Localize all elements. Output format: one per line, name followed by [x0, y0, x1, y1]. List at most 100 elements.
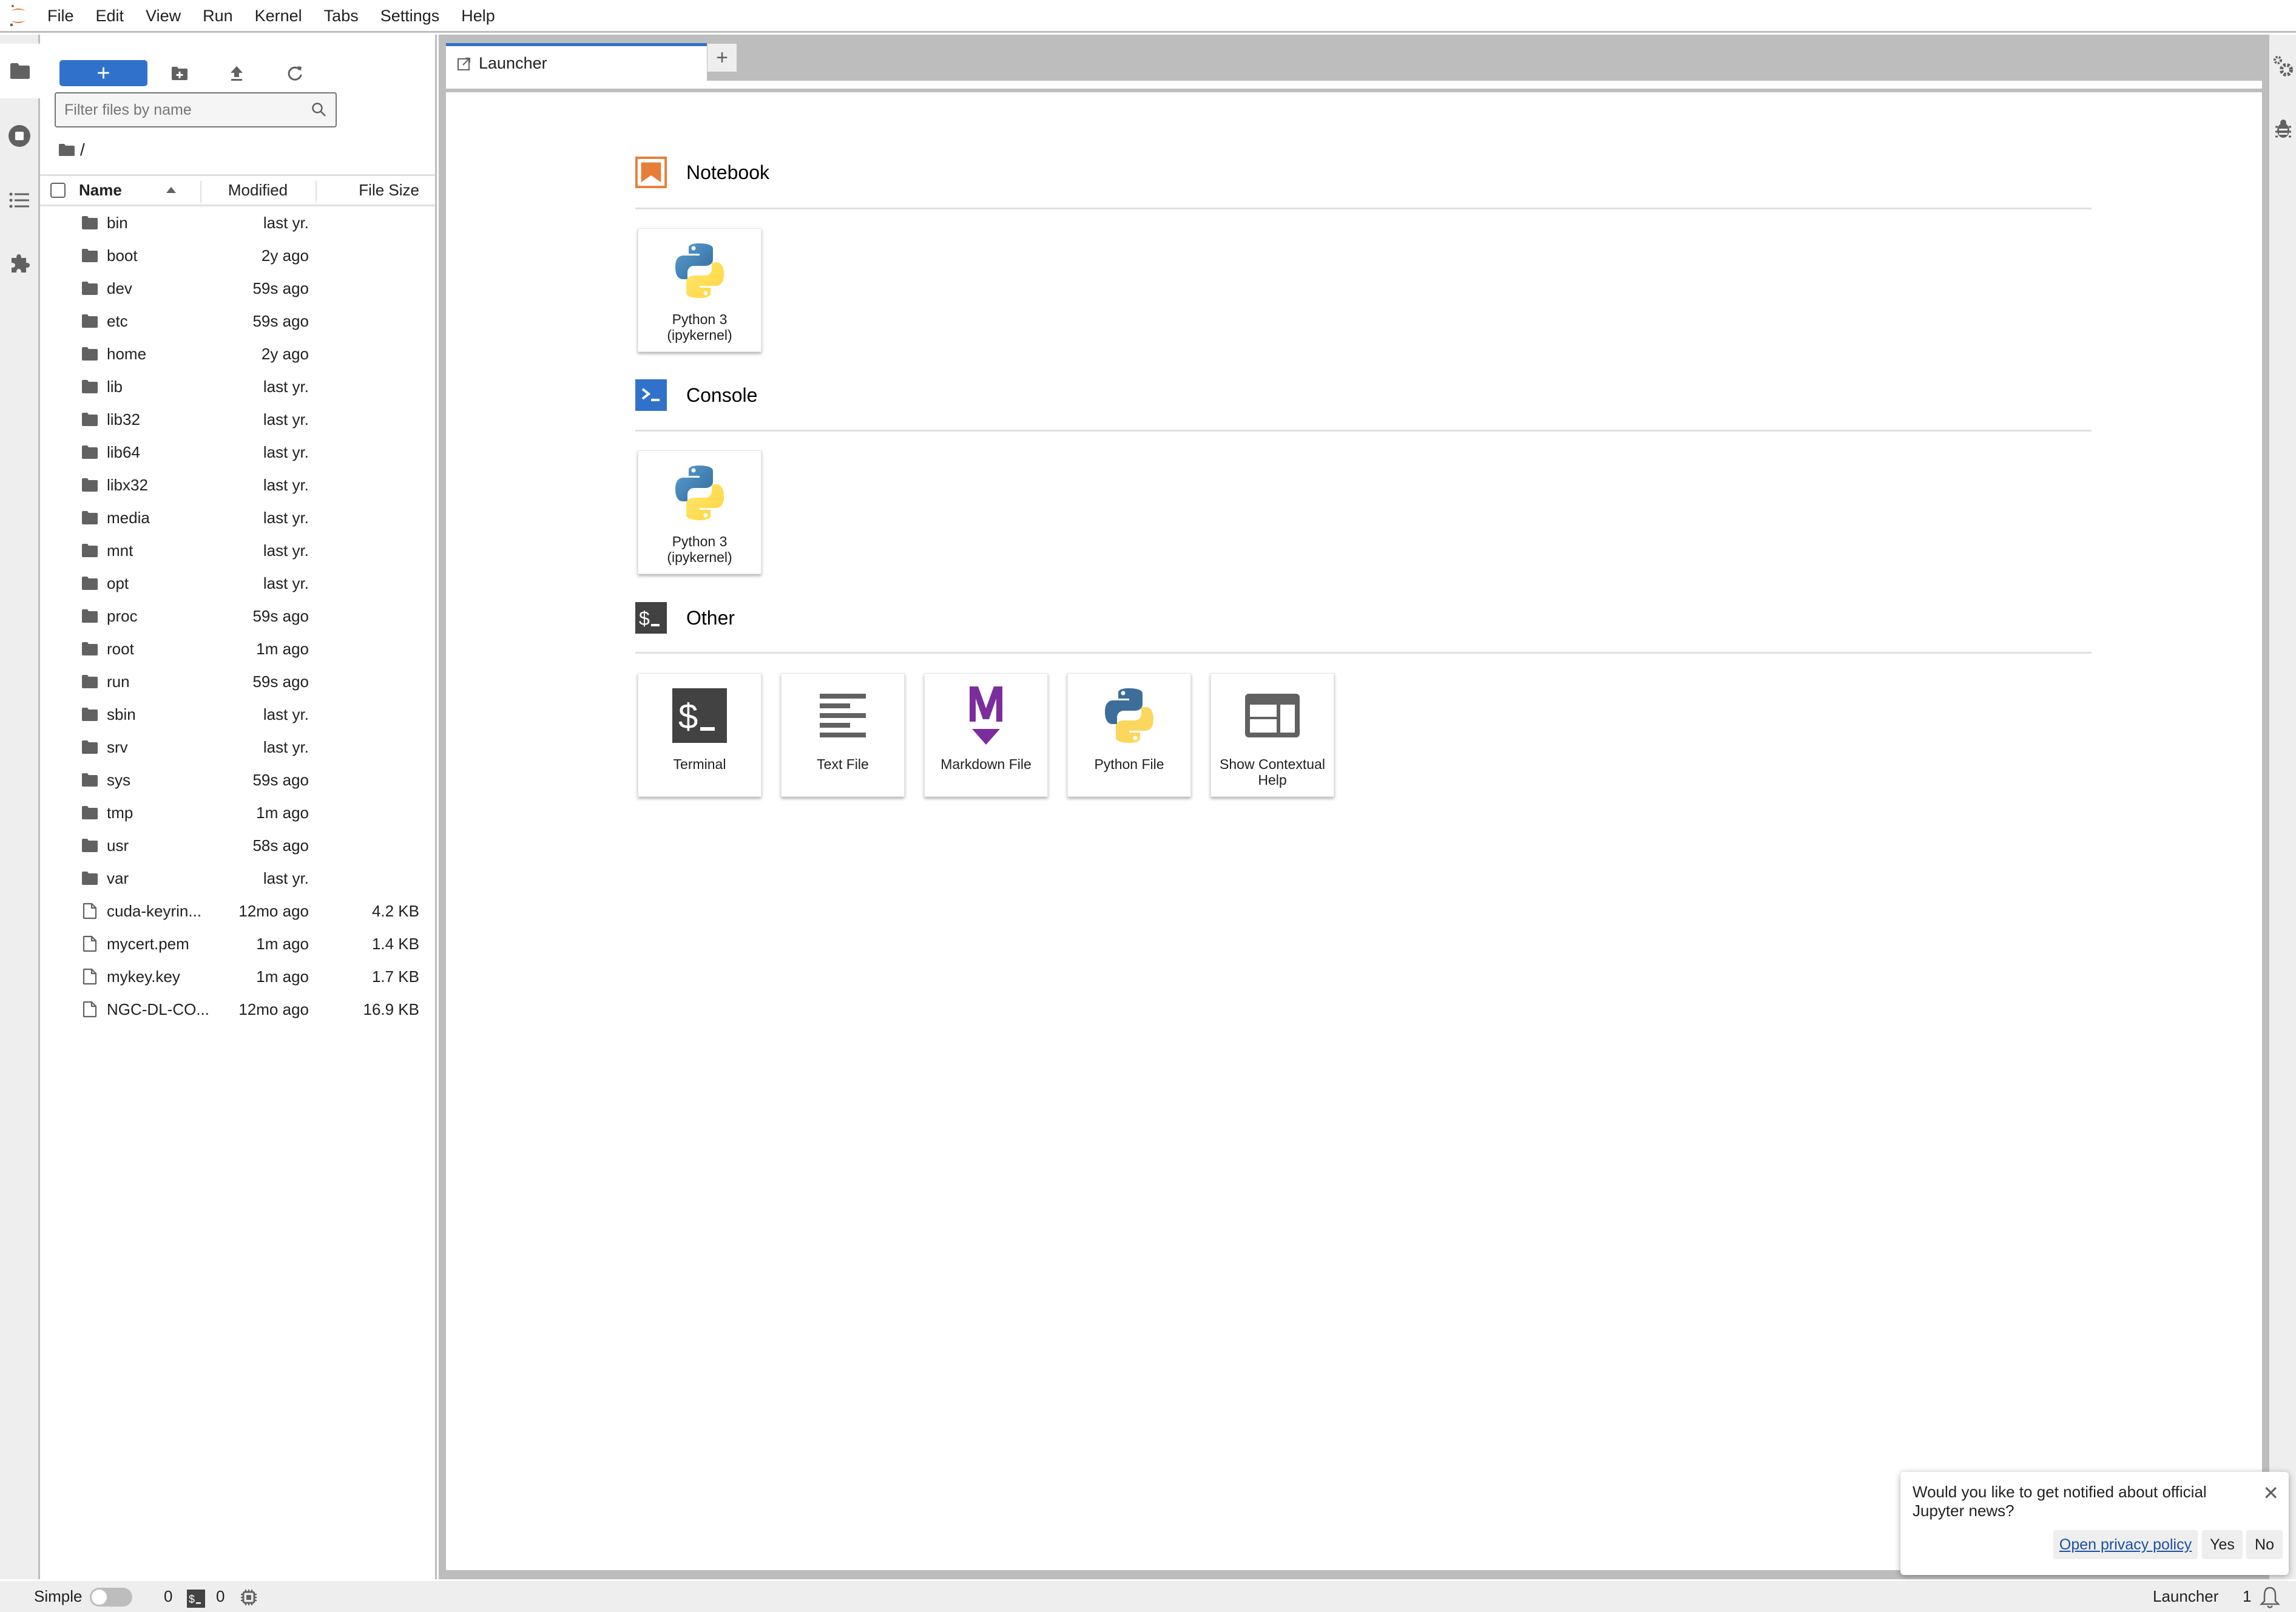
file-list-item[interactable]: bin last yr. — [40, 206, 435, 239]
file-name: bin — [107, 213, 128, 232]
file-list-item[interactable]: var last yr. — [40, 862, 435, 895]
breadcrumb: / — [58, 138, 85, 162]
file-list-item[interactable]: root 1m ago — [40, 632, 435, 665]
terminal-status-icon: $ — [187, 1590, 205, 1612]
file-modified: last yr. — [263, 508, 309, 527]
file-list-item[interactable]: mnt last yr. — [40, 534, 435, 567]
menu-run[interactable]: Run — [192, 0, 244, 32]
open-privacy-policy-button[interactable]: Open privacy policy — [2053, 1530, 2198, 1559]
upload-button[interactable] — [222, 60, 251, 86]
select-all-checkbox[interactable] — [50, 183, 66, 198]
file-size: 1.4 KB — [371, 934, 419, 953]
file-list-item[interactable]: dev 59s ago — [40, 272, 435, 305]
section-notebook-title: Notebook — [686, 161, 769, 183]
no-button[interactable]: No — [2246, 1530, 2283, 1559]
card-console-python3[interactable]: Python 3 (ipykernel) — [638, 450, 761, 574]
activity-extensions[interactable] — [0, 236, 38, 291]
refresh-button[interactable] — [280, 60, 309, 86]
filter-files-field[interactable] — [55, 92, 337, 127]
new-folder-button[interactable] — [165, 60, 194, 86]
file-name: boot — [107, 246, 138, 265]
terminals-count[interactable]: 0 — [216, 1587, 225, 1606]
activity-table-of-contents[interactable] — [0, 173, 38, 228]
file-list-item[interactable]: mycert.pem 1m ago 1.4 KB — [40, 927, 435, 960]
card-python-file[interactable]: Python File — [1067, 673, 1191, 797]
file-list-item[interactable]: media last yr. — [40, 501, 435, 534]
menu-file[interactable]: File — [36, 0, 85, 32]
file-list-item[interactable]: home 2y ago — [40, 337, 435, 370]
home-folder-icon[interactable] — [58, 143, 75, 157]
file-list-item[interactable]: usr 58s ago — [40, 829, 435, 862]
file-list-item[interactable]: sbin last yr. — [40, 698, 435, 731]
new-tab-button[interactable]: + — [707, 43, 737, 72]
activity-file-browser[interactable] — [0, 44, 40, 98]
file-list-item[interactable]: sys 59s ago — [40, 764, 435, 796]
column-file-size[interactable]: File Size — [359, 181, 419, 200]
file-list-item[interactable]: etc 59s ago — [40, 305, 435, 337]
breadcrumb-root[interactable]: / — [80, 140, 85, 160]
file-list-item[interactable]: run 59s ago — [40, 665, 435, 698]
menu-settings[interactable]: Settings — [370, 0, 451, 32]
python-logo-icon — [1096, 682, 1163, 749]
menu-help[interactable]: Help — [450, 0, 506, 32]
folder-icon — [81, 510, 98, 525]
tab-launcher[interactable]: Launcher — [446, 43, 707, 81]
file-list-item[interactable]: srv last yr. — [40, 731, 435, 764]
file-size: 4.2 KB — [371, 901, 419, 920]
file-list-item[interactable]: cuda-keyrin... 12mo ago 4.2 KB — [40, 895, 435, 927]
property-inspector-button[interactable] — [2273, 55, 2294, 80]
file-list-item[interactable]: NGC-DL-CO... 12mo ago 16.9 KB — [40, 993, 435, 1026]
close-icon[interactable]: ✕ — [2263, 1482, 2279, 1505]
left-activity-bar — [0, 35, 40, 1579]
file-modified: last yr. — [263, 574, 309, 592]
folder-icon — [81, 347, 98, 361]
debugger-button[interactable] — [2274, 118, 2292, 142]
menu-tabs[interactable]: Tabs — [313, 0, 370, 32]
card-notebook-python3[interactable]: Python 3 (ipykernel) — [638, 228, 761, 352]
yes-button[interactable]: Yes — [2202, 1530, 2243, 1559]
file-list-item[interactable]: lib32 last yr. — [40, 403, 435, 436]
file-browser-toolbar: + — [40, 47, 435, 86]
menu-view[interactable]: View — [135, 0, 192, 32]
card-terminal[interactable]: $ Terminal — [638, 673, 761, 797]
column-name[interactable]: Name — [79, 181, 122, 200]
notification-bell-icon[interactable] — [2259, 1586, 2281, 1612]
new-launcher-button[interactable]: + — [59, 60, 147, 86]
file-list-item[interactable]: libx32 last yr. — [40, 469, 435, 501]
kernels-count[interactable]: 0 — [164, 1587, 172, 1606]
file-list-item[interactable]: proc 59s ago — [40, 600, 435, 632]
simple-mode-toggle[interactable] — [90, 1588, 132, 1607]
filter-files-input[interactable] — [64, 101, 311, 119]
folder-icon — [81, 609, 98, 623]
folder-icon — [81, 379, 98, 394]
folder-icon — [81, 805, 98, 820]
card-text-file[interactable]: Text File — [781, 673, 905, 797]
card-contextual-help[interactable]: Show Contextual Help — [1210, 673, 1334, 797]
file-list-item[interactable]: boot 2y ago — [40, 239, 435, 272]
card-markdown-file[interactable]: Markdown File — [924, 673, 1048, 797]
menu-bar: File Edit View Run Kernel Tabs Settings … — [0, 0, 2296, 33]
menu-edit[interactable]: Edit — [85, 0, 135, 32]
notifications-count[interactable]: 1 — [2243, 1587, 2251, 1606]
file-list-header: Name Modified File Size — [40, 174, 435, 206]
file-modified: 12mo ago — [238, 1000, 309, 1018]
file-list-item[interactable]: lib64 last yr. — [40, 436, 435, 469]
file-list-item[interactable]: lib last yr. — [40, 370, 435, 403]
cpu-chip-icon[interactable] — [240, 1589, 257, 1610]
card-label: Python 3 (ipykernel) — [667, 311, 732, 343]
file-list-item[interactable]: opt last yr. — [40, 567, 435, 600]
file-list-item[interactable]: mykey.key 1m ago 1.7 KB — [40, 960, 435, 993]
file-modified: 59s ago — [252, 606, 309, 625]
folder-icon — [81, 576, 98, 591]
file-name: NGC-DL-CO... — [107, 1000, 209, 1018]
menu-kernel[interactable]: Kernel — [244, 0, 313, 32]
file-modified: last yr. — [263, 213, 309, 232]
launcher-panel: Notebook Python 3 (ipykernel) Console Py… — [446, 92, 2262, 1570]
file-list-item[interactable]: tmp 1m ago — [40, 796, 435, 829]
file-name: var — [107, 869, 129, 887]
file-browser-panel: + / Name Modified File Size binlast yr.b… — [40, 35, 437, 1579]
activity-running-kernels[interactable] — [0, 109, 38, 163]
column-modified[interactable]: Modified — [200, 181, 316, 200]
file-icon — [83, 1001, 100, 1018]
folder-icon — [81, 740, 98, 754]
